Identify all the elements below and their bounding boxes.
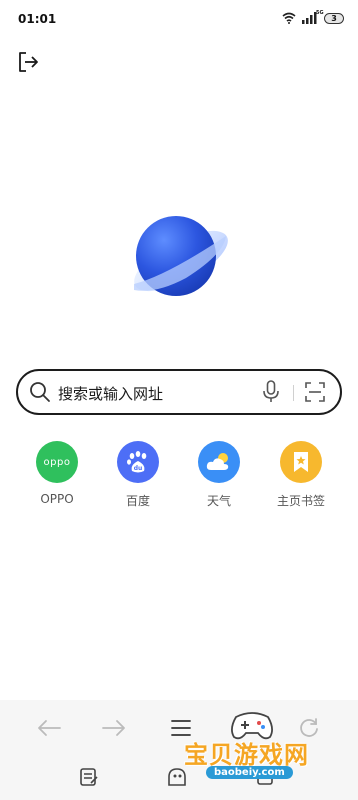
signal-icon: 5G [302, 10, 324, 24]
shortcut-label: 主页书签 [276, 494, 325, 508]
status-icons: 5G 3 [282, 10, 344, 24]
shortcut-oppo[interactable]: oppo OPPO [25, 441, 89, 506]
search-bar[interactable]: 搜索或输入网址 [16, 369, 342, 415]
status-bar: 01:01 5G 3 [0, 0, 358, 40]
baidu-paw-icon: du [117, 441, 159, 483]
shortcut-label: 百度 [125, 494, 150, 508]
watermark-text: 宝贝游戏网 [184, 741, 309, 769]
shortcut-baidu[interactable]: du 百度 [106, 441, 170, 509]
wifi-icon [282, 12, 296, 24]
notes-icon[interactable] [78, 766, 100, 792]
battery-icon: 3 [324, 12, 344, 24]
exit-icon[interactable] [16, 50, 40, 74]
svg-text:du: du [134, 465, 143, 472]
shortcut-bookmarks[interactable]: 主页书签 [269, 441, 333, 509]
mic-icon[interactable] [262, 380, 280, 408]
search-divider [293, 385, 294, 401]
shortcut-weather[interactable]: 天气 [187, 441, 251, 509]
status-time: 01:01 [18, 12, 57, 26]
planet-logo-icon [126, 214, 232, 308]
shortcut-label: 天气 [206, 494, 231, 508]
network-type: 5G [316, 10, 324, 16]
weather-icon [198, 441, 240, 483]
watermark: 宝贝游戏网 baobeiy.com [176, 705, 356, 795]
watermark-url: baobeiy.com [206, 766, 293, 779]
bookmark-icon [280, 441, 322, 483]
shortcut-label: OPPO [40, 492, 74, 506]
scan-icon[interactable] [304, 381, 326, 407]
browser-home-screen: 01:01 5G 3 搜索或输入网址 oppo OPPO du 百度 天气 主页… [0, 0, 358, 800]
forward-arrow-icon[interactable] [101, 718, 127, 742]
search-icon [29, 381, 51, 407]
search-input[interactable]: 搜索或输入网址 [58, 383, 163, 404]
oppo-icon: oppo [36, 441, 78, 483]
back-arrow-icon[interactable] [36, 718, 62, 742]
